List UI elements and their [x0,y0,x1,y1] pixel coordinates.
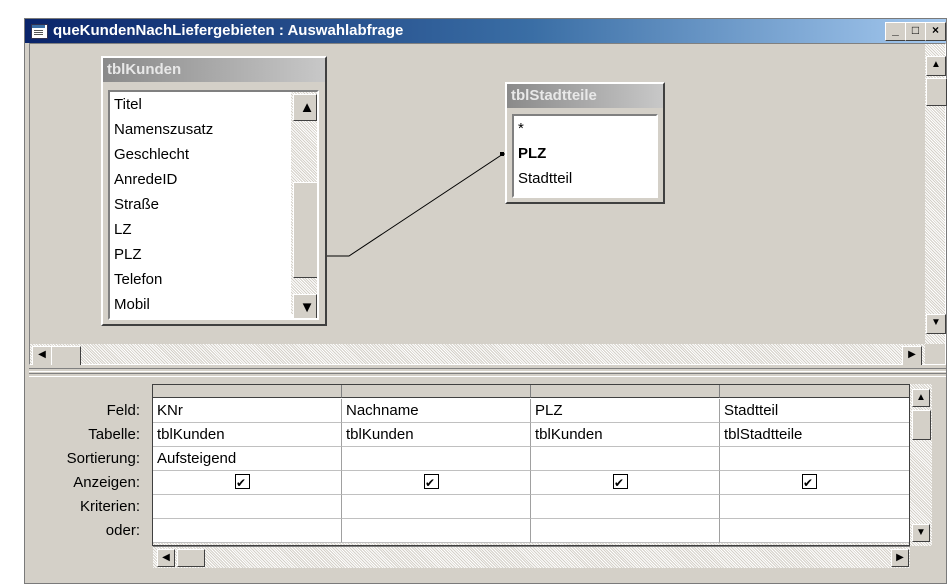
scroll-thumb[interactable] [177,549,205,567]
grid-cell-kriterien[interactable] [342,495,531,519]
grid-cell-oder[interactable] [342,519,531,543]
maximize-icon: □ [911,23,920,37]
field-item[interactable]: * [514,116,656,141]
field-list[interactable]: Titel Namenszusatz Geschlecht AnredeID S… [108,90,319,320]
field-item[interactable]: Telefon [110,267,317,292]
field-item[interactable]: PLZ [110,242,317,267]
grid-cell-anzeigen[interactable] [153,471,342,495]
chevron-right-icon: ▶ [896,552,904,563]
grid-cell-sortierung[interactable]: Aufsteigend [153,447,342,471]
chevron-left-icon: ◀ [162,552,170,563]
scroll-left-button[interactable]: ◀ [157,549,175,567]
maximize-button[interactable]: □ [905,22,926,41]
grid-cell-anzeigen[interactable] [531,471,720,495]
grid-cell-anzeigen[interactable] [720,471,909,495]
grid-cell-oder[interactable] [531,519,720,543]
column-selector[interactable] [531,385,720,398]
scroll-thumb[interactable] [51,346,81,366]
chevron-up-icon: ▲ [916,392,926,403]
chevron-up-icon: ▲ [931,59,941,70]
field-item[interactable]: AnredeID [110,167,317,192]
table-tblStadtteile[interactable]: tblStadtteile * PLZ Stadtteil [505,82,665,204]
grid-vertical-scrollbar[interactable] [910,384,932,546]
field-item[interactable]: LZ [110,217,317,242]
scroll-thumb[interactable] [293,182,317,278]
row-label-feld: Feld: [106,402,140,419]
table-title[interactable]: tblKunden [103,58,325,82]
field-item[interactable]: Geschlecht [110,142,317,167]
field-item[interactable]: PLZ [514,141,656,166]
scroll-right-button[interactable]: ▶ [891,549,909,567]
show-checkbox[interactable] [424,471,439,494]
chevron-down-icon: ▼ [931,317,941,328]
column-selector[interactable] [342,385,531,398]
grid-cell-feld[interactable]: PLZ [531,399,720,423]
row-label-kriterien: Kriterien: [79,498,140,515]
row-label-sortierung: Sortierung: [66,450,140,467]
column-selector[interactable] [153,385,342,398]
scroll-left-button[interactable]: ◀ [32,346,52,366]
chevron-up-icon: ▲ [299,99,315,116]
grid-cell-feld[interactable]: Stadtteil [720,399,909,423]
window-title: queKundenNachLiefergebieten : Auswahlabf… [53,22,404,39]
grid-cell-kriterien[interactable] [153,495,342,519]
show-checkbox[interactable] [802,471,817,494]
chevron-left-icon: ◀ [38,349,46,360]
grid-cell-sortierung[interactable] [342,447,531,471]
scroll-thumb[interactable] [926,78,947,106]
row-label-tabelle: Tabelle: [88,426,140,443]
field-item[interactable]: Titel [110,92,317,117]
row-label-anzeigen: Anzeigen: [73,474,140,491]
grid-cell-tabelle[interactable]: tblKunden [531,423,720,447]
scroll-thumb[interactable] [912,410,931,440]
row-label-oder: oder: [105,522,140,539]
scroll-down-button[interactable]: ▼ [926,314,946,334]
minimize-button[interactable]: _ [885,22,906,41]
grid-cell-feld[interactable]: Nachname [342,399,531,423]
show-checkbox[interactable] [613,471,628,494]
grid-cell-tabelle[interactable]: tblKunden [342,423,531,447]
close-button[interactable]: × [925,22,946,41]
minimize-icon: _ [892,23,899,37]
title-bar[interactable]: queKundenNachLiefergebieten : Auswahlabf… [25,19,946,43]
grid-cell-sortierung[interactable] [720,447,909,471]
scroll-up-button[interactable]: ▲ [926,56,946,76]
field-item[interactable]: Straße [110,192,317,217]
scroll-down-button[interactable]: ▼ [912,524,930,542]
field-item[interactable]: Stadtteil [514,166,656,191]
grid-cell-kriterien[interactable] [720,495,909,519]
field-item[interactable]: Mobil [110,292,317,317]
table-tblKunden[interactable]: tblKunden Titel Namenszusatz Geschlecht … [101,56,327,326]
query-design-grid[interactable]: KNr tblKunden Aufsteigend Nachname tblKu… [152,384,910,546]
grid-cell-oder[interactable] [153,519,342,543]
table-diagram-pane[interactable]: tblKunden Titel Namenszusatz Geschlecht … [29,43,947,366]
grid-cell-sortierung[interactable] [531,447,720,471]
scroll-right-button[interactable]: ▶ [902,346,922,366]
table-title[interactable]: tblStadtteile [507,84,663,108]
column-selector[interactable] [720,385,909,398]
grid-cell-tabelle[interactable]: tblKunden [153,423,342,447]
field-list[interactable]: * PLZ Stadtteil [512,114,658,198]
grid-cell-anzeigen[interactable] [342,471,531,495]
query-window-icon[interactable] [31,24,48,39]
diagram-horizontal-scrollbar[interactable] [30,344,925,364]
grid-cell-tabelle[interactable]: tblStadtteile [720,423,909,447]
grid-horizontal-scrollbar[interactable] [153,546,910,568]
grid-cell-kriterien[interactable] [531,495,720,519]
chevron-down-icon: ▼ [299,299,315,316]
scroll-up-button[interactable]: ▲ [912,389,930,407]
close-icon: × [931,23,939,37]
chevron-right-icon: ▶ [908,349,916,360]
show-checkbox[interactable] [235,471,250,494]
pane-splitter[interactable] [29,365,946,379]
scroll-up-button[interactable]: ▲ [293,94,317,121]
grid-cell-feld[interactable]: KNr [153,399,342,423]
grid-cell-oder[interactable] [720,519,909,543]
chevron-down-icon: ▼ [916,527,926,538]
field-item[interactable]: Namenszusatz [110,117,317,142]
scroll-down-button[interactable]: ▼ [293,294,317,318]
